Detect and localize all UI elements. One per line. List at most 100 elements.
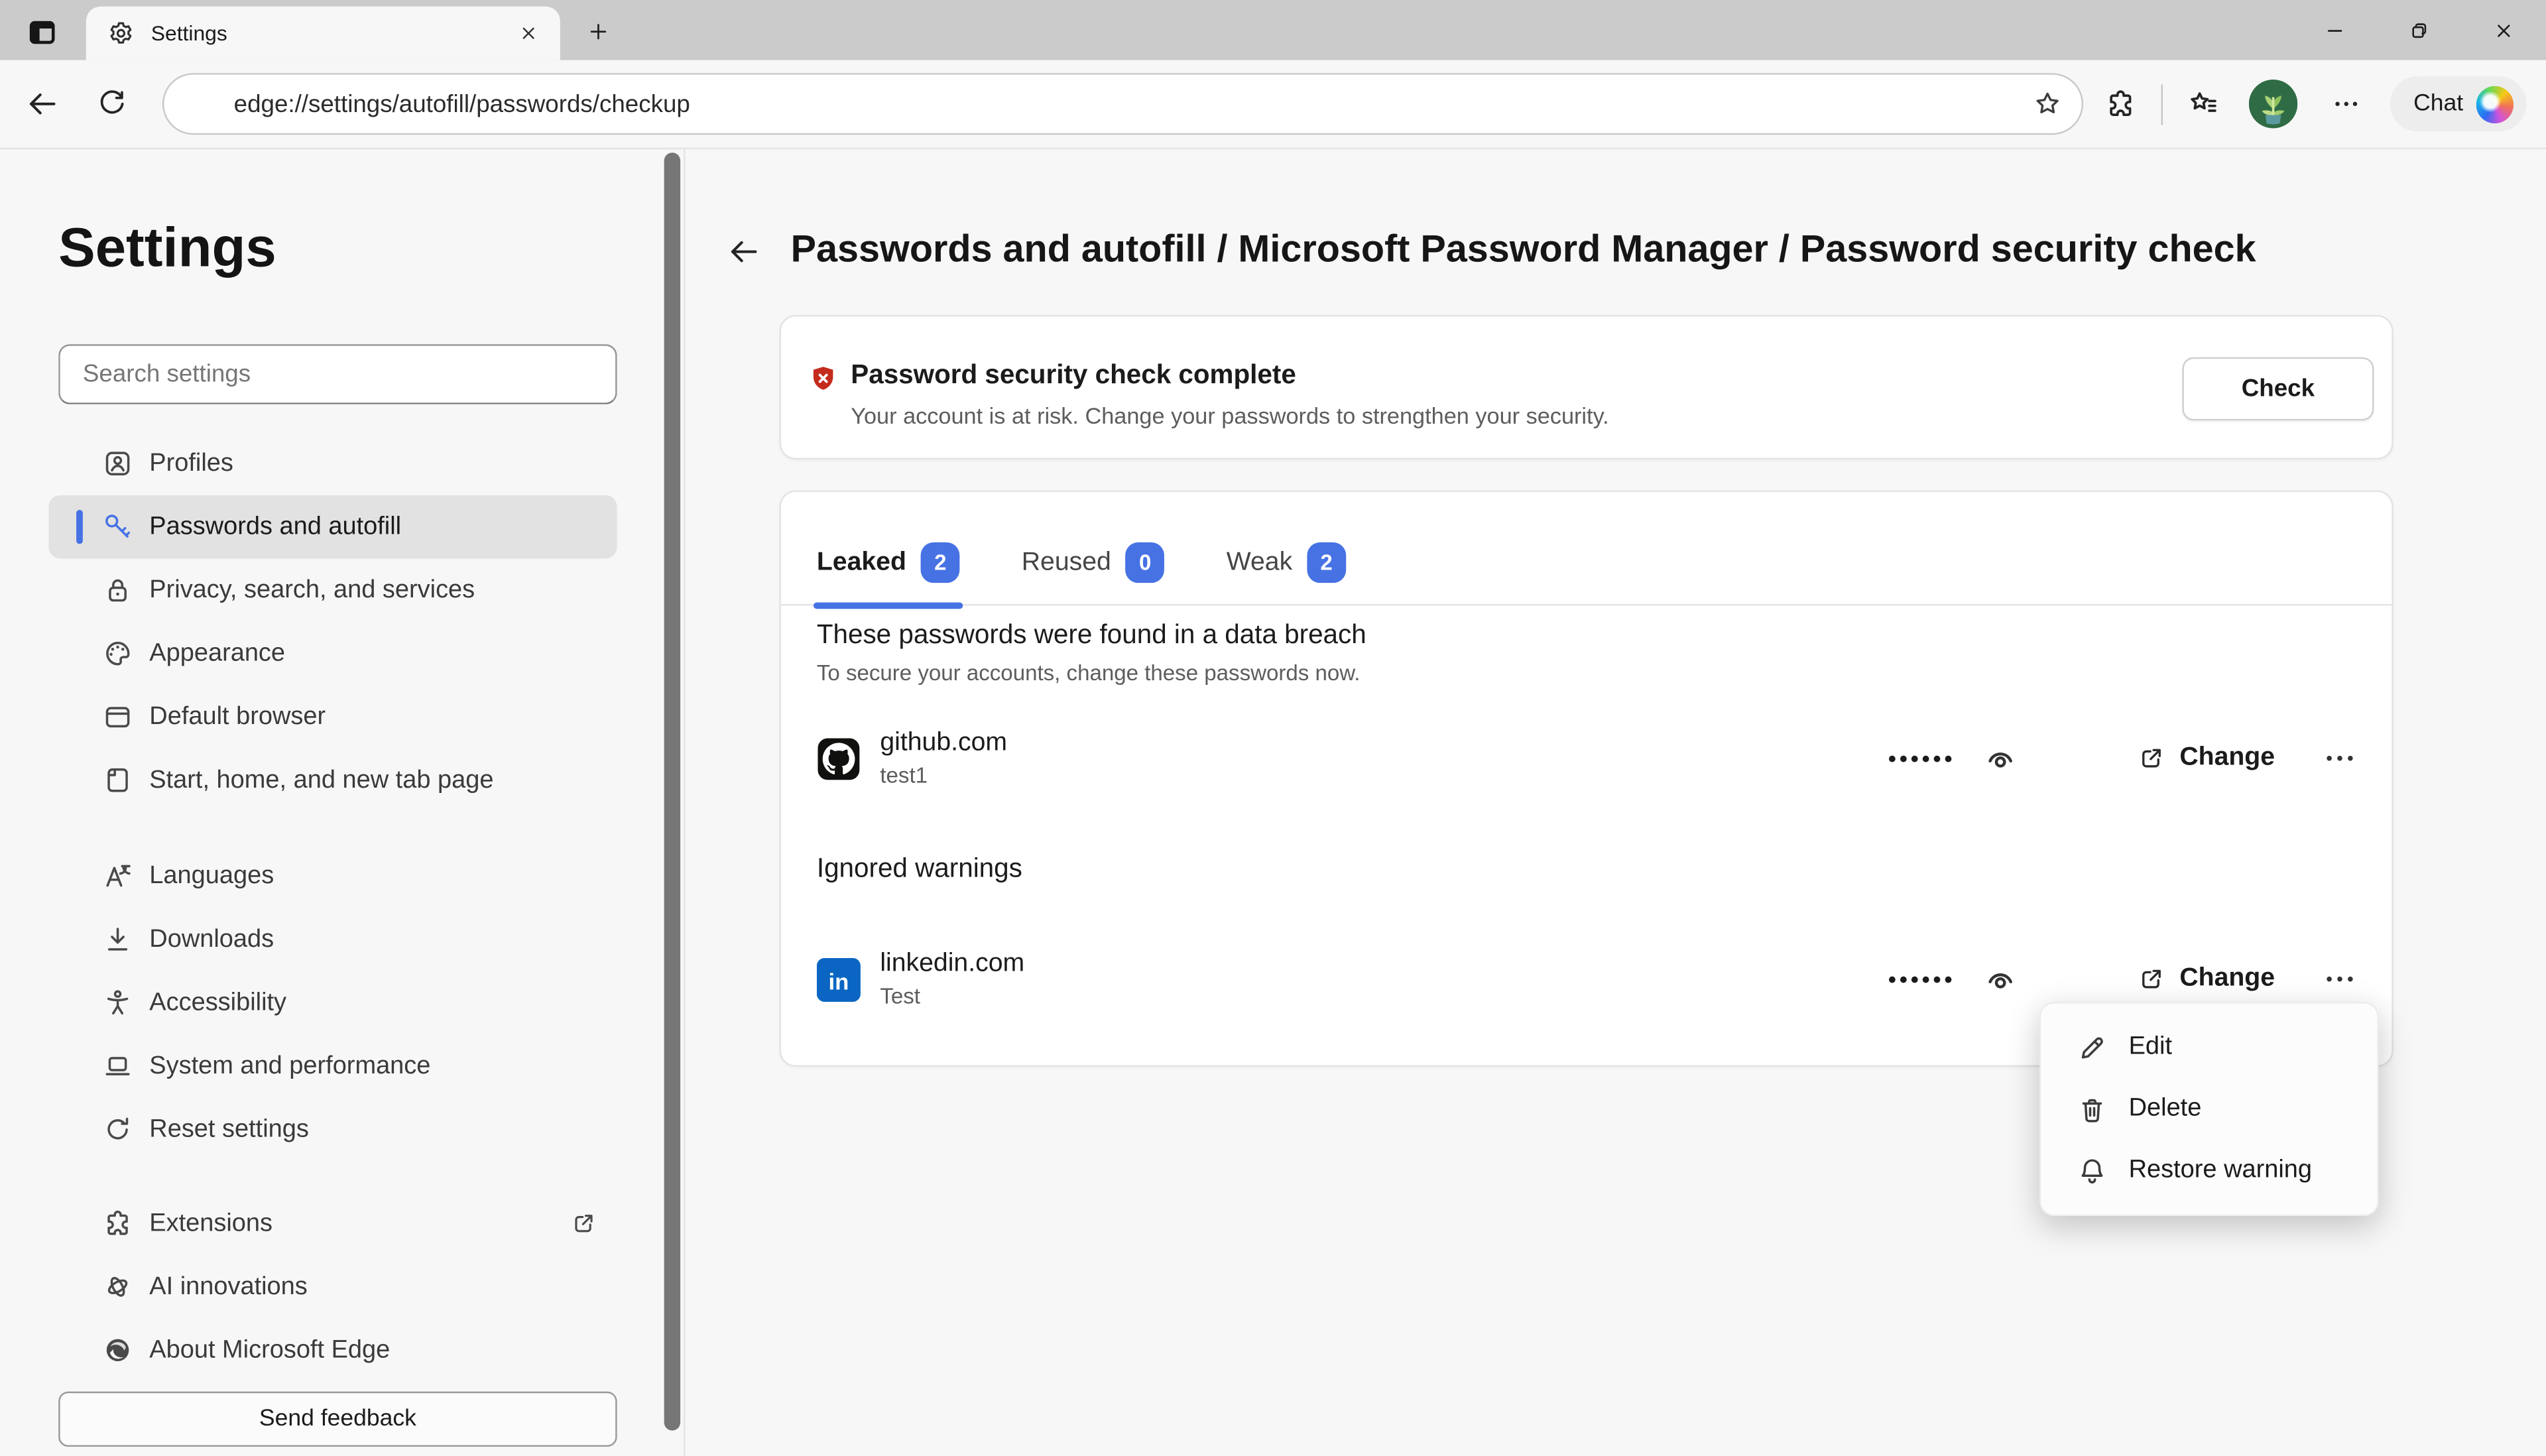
sidebar-item-default-browser[interactable]: Default browser — [48, 685, 617, 749]
sidebar-item-downloads[interactable]: Downloads — [48, 908, 617, 971]
open-external-icon — [570, 1209, 598, 1237]
url-text[interactable]: edge://settings/autofill/passwords/check… — [234, 90, 2027, 118]
count-badge: 2 — [1307, 542, 1346, 583]
password-mask: •••••• — [1888, 966, 1955, 992]
gear-icon — [107, 19, 135, 47]
more-actions-icon[interactable] — [2321, 959, 2360, 999]
linkedin-favicon — [817, 957, 861, 1001]
refresh-icon[interactable] — [93, 84, 132, 123]
show-password-icon[interactable] — [1982, 739, 2021, 778]
key-icon — [102, 511, 133, 542]
change-label: Change — [2179, 965, 2275, 994]
tab-leaked[interactable]: Leaked 2 — [817, 542, 960, 604]
close-button[interactable] — [2462, 0, 2546, 60]
sidebar-scrollbar[interactable] — [664, 152, 680, 1430]
tab-settings[interactable]: Settings — [86, 7, 560, 60]
tab-reused[interactable]: Reused 0 — [1022, 542, 1165, 604]
menu-item-label: Restore warning — [2129, 1156, 2312, 1185]
edge-logo-icon — [102, 1335, 133, 1366]
change-label: Change — [2179, 744, 2275, 773]
username: Test — [880, 984, 1024, 1008]
sidebar-nav: Profiles Passwords and autofill Privacy,… — [48, 432, 617, 1382]
more-actions-icon[interactable] — [2321, 739, 2360, 778]
sidebar-item-languages[interactable]: Languages — [48, 844, 617, 908]
chat-label: Chat — [2413, 91, 2463, 117]
tab-title: Settings — [151, 21, 510, 46]
check-button[interactable]: Check — [2182, 357, 2374, 421]
ai-icon — [102, 1272, 133, 1303]
sidebar-item-label: Default browser — [149, 702, 326, 731]
minimize-button[interactable] — [2293, 0, 2377, 60]
sidebar-item-passwords-and-autofill[interactable]: Passwords and autofill — [48, 495, 617, 559]
extensions-icon[interactable] — [2102, 84, 2141, 123]
password-mask: •••••• — [1888, 745, 1955, 771]
avatar[interactable] — [2250, 80, 2298, 128]
sidebar-item-label: Extensions — [149, 1209, 273, 1238]
sidebar-item-label: Privacy, search, and services — [149, 576, 475, 605]
change-password-button[interactable]: Change — [2138, 965, 2275, 994]
banner-title: Password security check complete — [851, 361, 1296, 392]
edge-site-icon — [185, 88, 216, 119]
site-name: linkedin.com — [880, 950, 1024, 979]
sidebar-item-appearance[interactable]: Appearance — [48, 622, 617, 686]
count-badge: 0 — [1126, 542, 1165, 583]
tab-close-icon[interactable] — [510, 15, 546, 51]
sidebar-item-start-home[interactable]: Start, home, and new tab page — [48, 749, 617, 812]
address-bar[interactable]: edge://settings/autofill/passwords/check… — [162, 73, 2083, 135]
tab-label: Leaked — [817, 548, 906, 577]
sidebar-item-label: Profiles — [149, 449, 233, 478]
sidebar-item-label: AI innovations — [149, 1272, 307, 1302]
menu-item-edit[interactable]: Edit — [2041, 1016, 2377, 1078]
shield-warning-icon — [809, 364, 838, 393]
browser-window: Settings edge://settings/autofill/passwo… — [0, 0, 2546, 1456]
favorites-bar-icon[interactable] — [2185, 84, 2224, 123]
page-back-icon[interactable] — [726, 234, 762, 270]
profiles-icon — [102, 448, 133, 479]
sidebar-item-label: Start, home, and new tab page — [149, 766, 493, 795]
new-tab-button[interactable] — [579, 13, 615, 49]
menu-item-restore-warning[interactable]: Restore warning — [2041, 1140, 2377, 1201]
sidebar-item-about-edge[interactable]: About Microsoft Edge — [48, 1319, 617, 1382]
settings-more-icon[interactable] — [2327, 84, 2366, 123]
back-icon[interactable] — [23, 84, 62, 123]
show-password-icon[interactable] — [1982, 959, 2021, 999]
tab-label: Weak — [1227, 548, 1292, 577]
change-password-button[interactable]: Change — [2138, 744, 2275, 773]
sidebar-item-label: Downloads — [149, 925, 274, 954]
palette-icon — [102, 638, 133, 669]
sidebar-item-label: Reset settings — [149, 1115, 309, 1144]
sidebar-item-label: About Microsoft Edge — [149, 1335, 390, 1365]
sidebar-item-accessibility[interactable]: Accessibility — [48, 971, 617, 1034]
sidebar-item-extensions[interactable]: Extensions — [48, 1192, 617, 1256]
sidebar-item-label: Passwords and autofill — [149, 513, 401, 542]
pencil-icon — [2077, 1032, 2108, 1063]
favorite-star-icon[interactable] — [2026, 83, 2069, 125]
send-feedback-button[interactable]: Send feedback — [58, 1392, 617, 1447]
sidebar-item-ai-innovations[interactable]: AI innovations — [48, 1255, 617, 1319]
settings-sidebar: Settings Profiles Passwords and autofill… — [0, 149, 684, 1456]
download-icon — [102, 924, 133, 955]
ignored-warnings-title: Ignored warnings — [817, 854, 1022, 885]
trash-icon — [2077, 1093, 2108, 1124]
sidebar-title: Settings — [58, 217, 276, 281]
menu-item-label: Edit — [2129, 1033, 2172, 1062]
body: Settings Profiles Passwords and autofill… — [0, 149, 2546, 1456]
github-favicon — [817, 737, 861, 780]
chat-button[interactable]: Chat — [2391, 76, 2527, 131]
count-badge: 2 — [921, 542, 960, 583]
workspaces-icon[interactable] — [19, 10, 63, 54]
sidebar-item-profiles[interactable]: Profiles — [48, 432, 617, 495]
sidebar-item-reset[interactable]: Reset settings — [48, 1098, 617, 1162]
page-icon — [102, 764, 133, 796]
tab-weak[interactable]: Weak 2 — [1227, 542, 1346, 604]
breadcrumb: Passwords and autofill / Microsoft Passw… — [791, 227, 2256, 271]
menu-item-delete[interactable]: Delete — [2041, 1078, 2377, 1140]
laptop-icon — [102, 1050, 133, 1081]
menu-item-label: Delete — [2129, 1095, 2202, 1124]
restore-button[interactable] — [2377, 0, 2461, 60]
site-name: github.com — [880, 729, 1007, 758]
sidebar-item-privacy[interactable]: Privacy, search, and services — [48, 558, 617, 622]
open-external-icon — [2138, 965, 2167, 994]
search-input[interactable] — [58, 344, 617, 404]
sidebar-item-system[interactable]: System and performance — [48, 1034, 617, 1098]
